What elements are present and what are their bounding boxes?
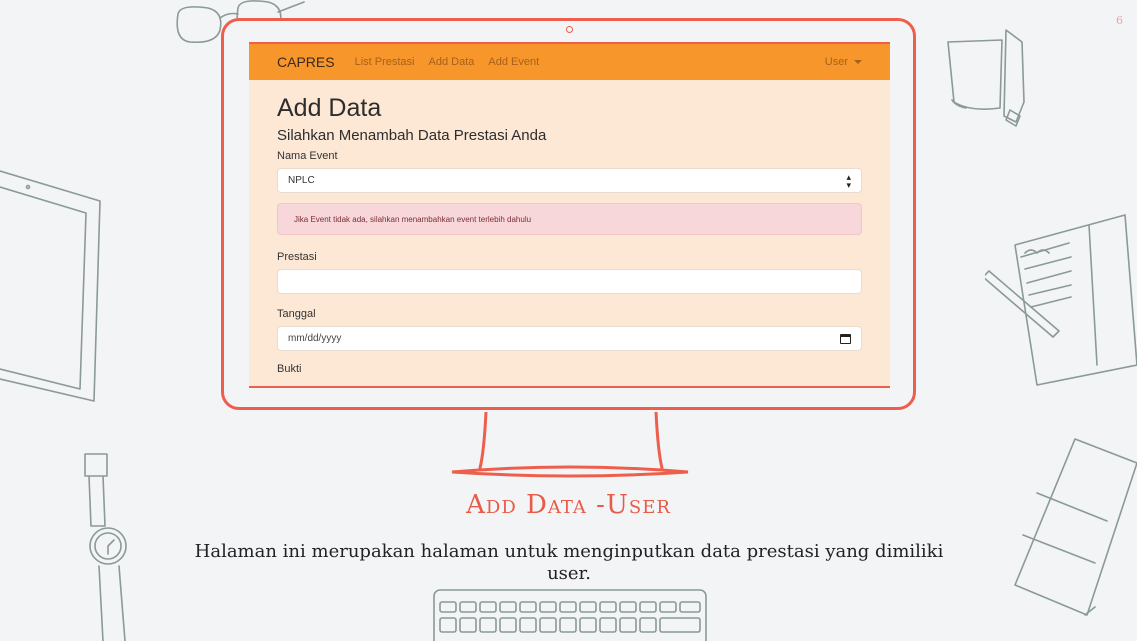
event-label: Nama Event [277,150,338,162]
book-doodle [1014,438,1137,616]
tanggal-placeholder: mm/dd/yyyy [288,333,342,344]
user-dropdown[interactable]: User [825,56,862,68]
calendar-icon[interactable] [840,333,851,344]
tanggal-date-input[interactable]: mm/dd/yyyy [277,326,862,351]
slide-title: Add Data -User [466,490,671,520]
nav-link-add-event[interactable]: Add Event [488,56,539,68]
event-alert: Jika Event tidak ada, silahkan menambahk… [277,203,862,235]
keyboard-doodle [433,589,707,641]
app-screen: CAPRES List Prestasi Add Data Add Event … [249,42,890,388]
event-select[interactable]: NPLC ▴ ▾ [277,168,862,193]
event-select-value: NPLC [288,175,315,186]
navbar: CAPRES List Prestasi Add Data Add Event … [249,44,890,80]
page-number: 6 [1116,14,1123,27]
prestasi-label: Prestasi [277,251,317,263]
select-arrows-icon: ▴ ▾ [846,171,851,190]
tanggal-label: Tanggal [277,308,316,320]
page-subtitle: Silahkan Menambah Data Prestasi Anda [277,127,547,144]
user-dropdown-label: User [824,56,848,68]
webcam-icon [566,26,573,33]
event-alert-text: Jika Event tidak ada, silahkan menambahk… [294,214,532,224]
navbar-brand[interactable]: CAPRES [277,54,335,70]
monitor-stand [451,412,689,478]
wristwatch-doodle [84,453,127,641]
page-title: Add Data [277,94,382,122]
bukti-label: Bukti [277,363,302,375]
nav-link-add-data[interactable]: Add Data [429,56,475,68]
tablet-doodle [0,170,101,402]
notebook-doodle [985,214,1137,386]
slide-description: Halaman ini merupakan halaman untuk meng… [194,541,944,584]
sticky-note-doodle [947,29,1025,127]
nav-link-list-prestasi[interactable]: List Prestasi [355,56,415,68]
caret-down-icon [854,60,862,64]
form-container: Add Data Silahkan Menambah Data Prestasi… [249,80,890,375]
prestasi-input[interactable] [277,269,862,294]
